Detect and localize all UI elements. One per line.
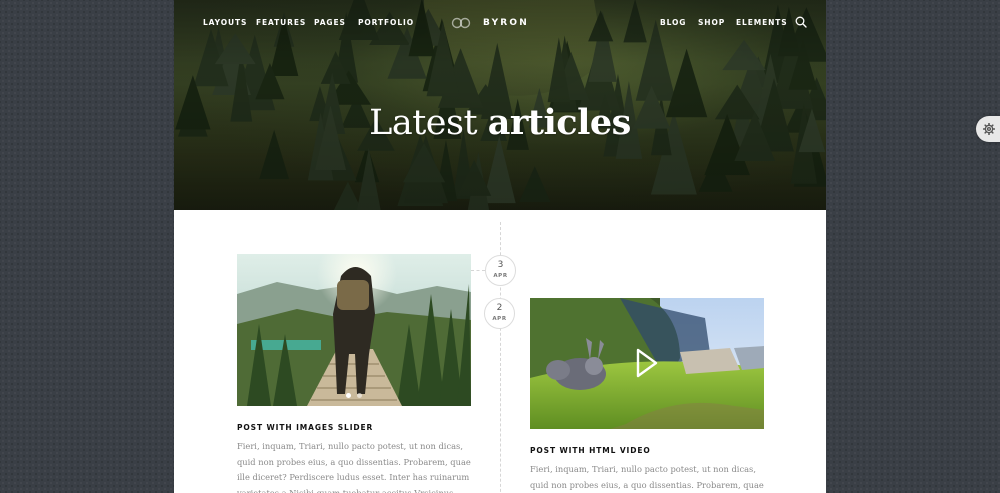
date-badge: 2 APR	[484, 298, 515, 329]
nav-item-shop[interactable]: SHOP	[698, 18, 725, 27]
nav-item-blog[interactable]: BLOG	[660, 18, 686, 27]
nav-item-portfolio[interactable]: PORTFOLIO	[358, 18, 414, 27]
post-excerpt: Fieri, inquam, Triari, nullo pacto potes…	[530, 464, 764, 490]
nav-item-features[interactable]: FEATURES	[256, 18, 306, 27]
play-icon[interactable]	[635, 348, 659, 378]
search-icon[interactable]	[795, 16, 807, 28]
post-card: POST WITH IMAGES SLIDER Fieri, inquam, T…	[237, 254, 471, 493]
timeline-connector-left	[471, 270, 485, 271]
slider-dot[interactable]	[346, 393, 351, 398]
post-excerpt: Fieri, inquam, Triari, nullo pacto potes…	[237, 441, 471, 493]
page-title-bold: articles	[487, 102, 632, 143]
logo-mark-icon	[451, 17, 471, 29]
slider-dots	[237, 393, 471, 398]
nav-item-elements[interactable]: ELEMENTS	[736, 18, 788, 27]
date-month: APR	[492, 316, 507, 322]
post-title[interactable]: POST WITH IMAGES SLIDER	[237, 423, 471, 432]
site-logo[interactable]: BYRON	[451, 17, 529, 29]
gear-icon	[983, 123, 995, 135]
settings-toggle-button[interactable]	[976, 116, 1000, 142]
post-card: POST WITH HTML VIDEO Fieri, inquam, Tria…	[530, 298, 764, 493]
nav-item-layouts[interactable]: LAYOUTS	[203, 18, 247, 27]
page-container: LAYOUTS FEATURES PAGES PORTFOLIO BYRON B…	[174, 0, 826, 493]
date-badge: 3 APR	[485, 255, 516, 286]
page-title: Latest articles	[174, 100, 826, 146]
post-video[interactable]	[530, 298, 764, 429]
page-title-light: Latest	[369, 103, 478, 143]
logo-text: BYRON	[483, 18, 529, 28]
hiker-photo	[237, 254, 471, 406]
slider-dot[interactable]	[357, 393, 362, 398]
date-day: 3	[497, 260, 504, 270]
date-day: 2	[496, 303, 503, 313]
hero-banner: LAYOUTS FEATURES PAGES PORTFOLIO BYRON B…	[174, 0, 826, 210]
top-navigation: LAYOUTS FEATURES PAGES PORTFOLIO BYRON B…	[174, 0, 826, 46]
post-title[interactable]: POST WITH HTML VIDEO	[530, 446, 764, 455]
post-image-slider[interactable]	[237, 254, 471, 406]
nav-item-pages[interactable]: PAGES	[314, 18, 346, 27]
date-month: APR	[493, 273, 508, 279]
